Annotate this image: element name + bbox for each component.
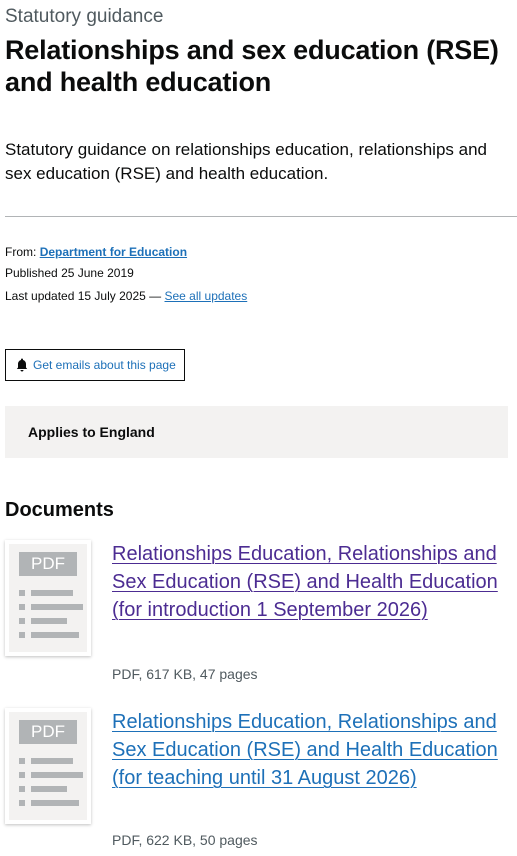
updated-label: Last updated (5, 289, 75, 303)
pdf-thumbnail[interactable]: PDF (5, 540, 91, 656)
pdf-thumbnail-label: PDF (19, 720, 77, 744)
page-summary: Statutory guidance on relationships educ… (5, 140, 487, 183)
divider (5, 216, 517, 217)
thumbnail-bullet (19, 604, 25, 610)
get-emails-label: Get emails about this page (33, 358, 176, 372)
thumbnail-line (31, 800, 79, 806)
thumbnail-bullet (19, 758, 25, 764)
applies-to-panel: Applies to England (5, 406, 508, 458)
thumbnail-bullet (19, 786, 25, 792)
thumbnail-line (31, 786, 67, 792)
thumbnail-line (31, 758, 73, 764)
thumbnail-line (31, 772, 83, 778)
thumbnail-line (31, 618, 67, 624)
thumbnail-bullet (19, 800, 25, 806)
documents-heading: Documents (5, 499, 114, 521)
updated-date: 15 July 2025 (77, 289, 146, 303)
thumbnail-bullet (19, 772, 25, 778)
from-label: From: (5, 245, 37, 259)
page: Statutory guidance Relationships and sex… (0, 0, 517, 856)
pdf-thumbnail-page: PDF (9, 544, 87, 652)
document-meta: PDF, 622 KB, 50 pages (112, 832, 258, 848)
pdf-thumbnail-label: PDF (19, 552, 77, 576)
thumbnail-bullet (19, 618, 25, 624)
organisation-link[interactable]: Department for Education (40, 245, 187, 259)
pdf-thumbnail-page: PDF (9, 712, 87, 820)
document-type: Statutory guidance (5, 6, 164, 27)
see-all-updates-link[interactable]: See all updates (165, 289, 248, 303)
published-row: Published 25 June 2019 (5, 265, 134, 281)
thumbnail-line (31, 604, 83, 610)
thumbnail-bullet (19, 632, 25, 638)
from-row: From: Department for Education (5, 244, 187, 260)
published-date: 25 June 2019 (61, 266, 134, 280)
get-emails-button[interactable]: Get emails about this page (5, 349, 185, 381)
pdf-thumbnail[interactable]: PDF (5, 708, 91, 824)
updated-row: Last updated 15 July 2025 — See all upda… (5, 288, 247, 304)
thumbnail-line (31, 590, 73, 596)
thumbnail-line (31, 632, 79, 638)
document-link[interactable]: Relationships Education, Relationships a… (112, 540, 502, 624)
page-title: Relationships and sex education (RSE) an… (5, 35, 499, 97)
document-meta: PDF, 617 KB, 47 pages (112, 666, 258, 682)
separator: — (149, 289, 162, 303)
document-link[interactable]: Relationships Education, Relationships a… (112, 708, 502, 792)
thumbnail-bullet (19, 590, 25, 596)
applies-to-text: Applies to England (28, 424, 155, 440)
published-label: Published (5, 266, 58, 280)
bell-icon (16, 358, 28, 372)
